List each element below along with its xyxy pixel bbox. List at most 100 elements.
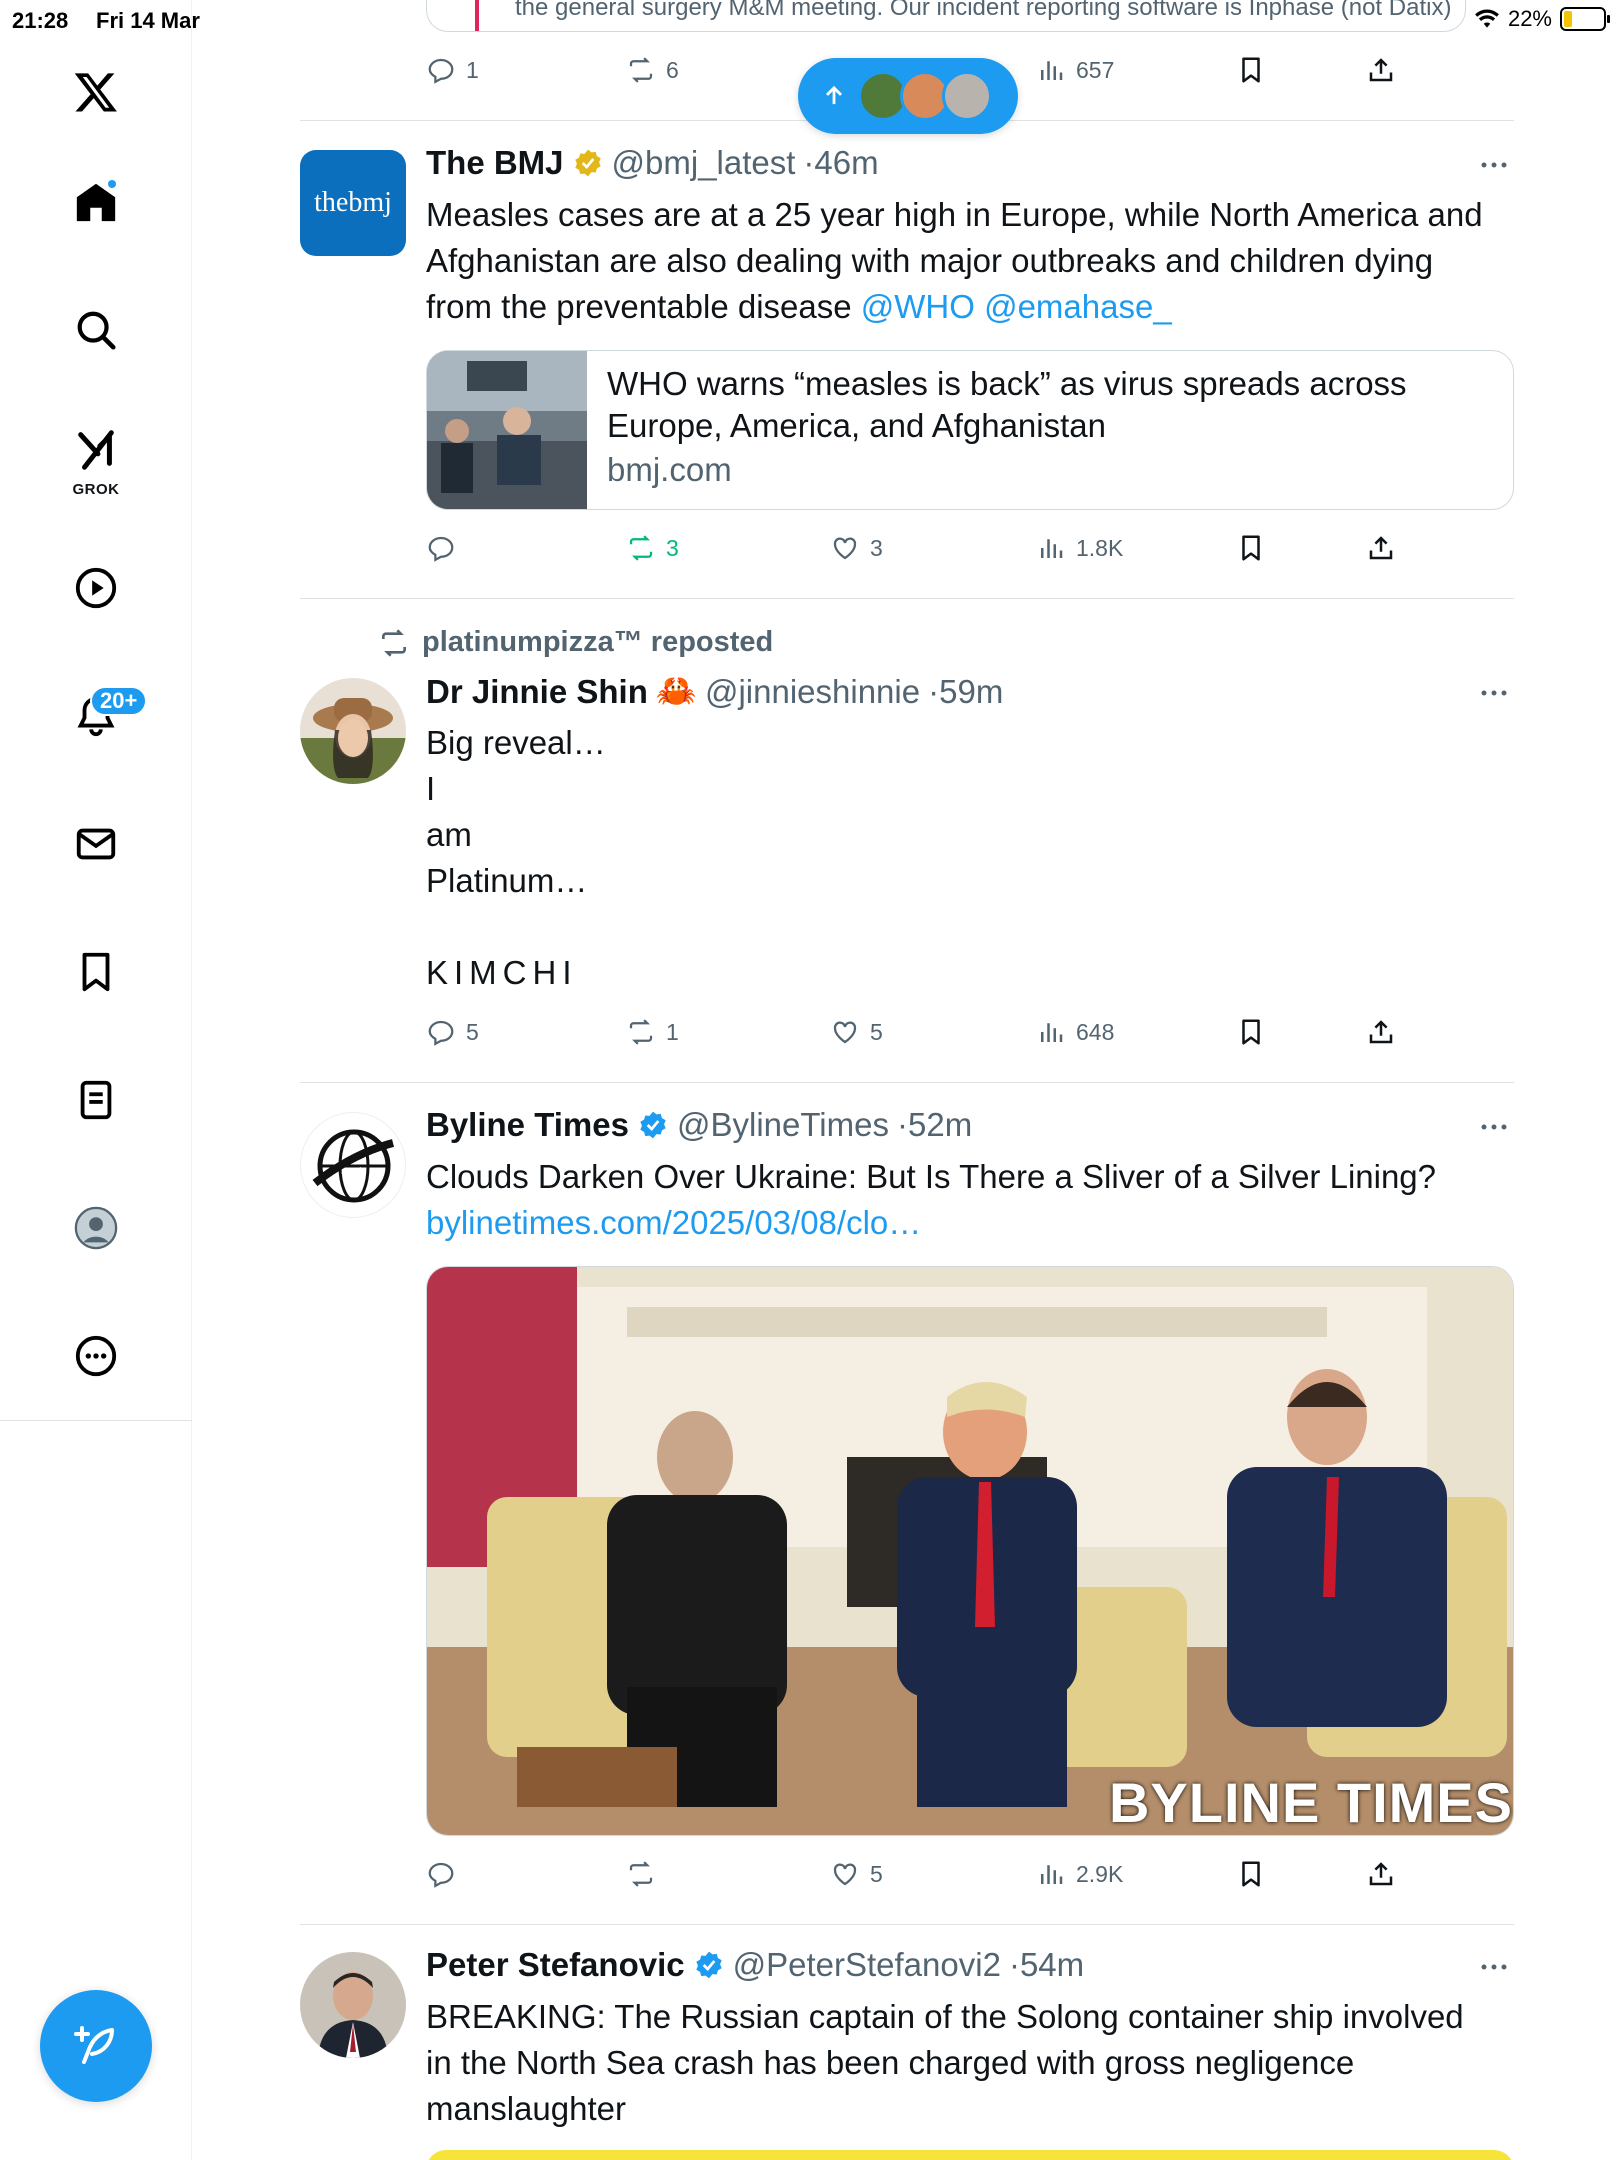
nav-notifications[interactable]: 20+: [60, 680, 148, 752]
mention-link[interactable]: @WHO @emahase_: [861, 288, 1172, 325]
timestamp[interactable]: 59m: [939, 673, 1003, 711]
avatar[interactable]: thebmj: [300, 150, 406, 256]
reply-button[interactable]: [426, 528, 466, 568]
nav-home[interactable]: [60, 166, 132, 238]
like-count: 3: [870, 534, 883, 561]
new-posts-pill[interactable]: [798, 58, 1018, 134]
views-button[interactable]: 2.9K: [1036, 1854, 1123, 1894]
more-options-button[interactable]: [1474, 150, 1514, 180]
nav-video[interactable]: [60, 552, 132, 624]
tweet-separator: [300, 1082, 1514, 1083]
reply-icon: [428, 58, 454, 84]
compose-button[interactable]: [40, 1990, 152, 2102]
bookmark-icon: [82, 952, 110, 992]
repost-button[interactable]: 1: [626, 1012, 679, 1052]
tweet-text-line: Afghanistan are also dealing with major …: [426, 242, 1434, 279]
heart-icon: [833, 1021, 857, 1044]
grok-icon: [78, 430, 114, 470]
more-options-button[interactable]: [1474, 678, 1514, 708]
avatar[interactable]: [300, 1952, 406, 2058]
repost-context[interactable]: platinumpizza™ reposted: [378, 626, 773, 659]
display-name[interactable]: The BMJ: [426, 144, 564, 182]
timestamp[interactable]: 52m: [908, 1106, 972, 1144]
display-name[interactable]: Byline Times: [426, 1106, 629, 1144]
profile-icon: [74, 1206, 118, 1250]
handle[interactable]: @jinnieshinnie: [705, 673, 920, 711]
share-icon: [1369, 1020, 1393, 1044]
tweet-actions: 5 2.9K: [426, 1854, 1426, 1894]
reply-icon: [428, 1862, 454, 1888]
views-count: 657: [1076, 56, 1115, 83]
tweet-media-image[interactable]: BYLINE TIMES: [426, 1266, 1514, 1836]
like-button[interactable]: 5: [830, 1012, 883, 1052]
repost-button[interactable]: 3: [626, 528, 679, 568]
like-button[interactable]: 3: [830, 528, 883, 568]
repost-button[interactable]: [626, 1854, 666, 1894]
timestamp[interactable]: 46m: [814, 144, 878, 182]
more-options-button[interactable]: [1474, 1952, 1514, 1982]
share-icon: [1369, 536, 1393, 560]
timeline: the general surgery M&M meeting. Our inc…: [300, 0, 1514, 2160]
display-name[interactable]: Dr Jinnie Shin: [426, 673, 648, 711]
timestamp[interactable]: 54m: [1020, 1946, 1084, 1984]
nav-more[interactable]: [60, 1320, 132, 1392]
reply-button[interactable]: [426, 1854, 466, 1894]
repost-button[interactable]: 6: [626, 50, 679, 90]
nav-search[interactable]: [60, 294, 132, 366]
nav-lists[interactable]: [60, 1064, 132, 1136]
media-watermark: BYLINE TIMES: [1108, 1771, 1513, 1834]
notifications-badge: 20+: [90, 686, 148, 716]
handle[interactable]: @BylineTimes: [677, 1106, 889, 1144]
heart-icon: [833, 1863, 857, 1886]
views-button[interactable]: 657: [1036, 50, 1114, 90]
battery-percent: 22%: [1507, 6, 1552, 31]
dot-separator: ·: [1008, 1946, 1020, 1983]
views-icon: [1041, 539, 1063, 558]
views-button[interactable]: 1.8K: [1036, 528, 1123, 568]
photo-oval-office: [427, 1267, 1513, 1835]
nav-profile[interactable]: [60, 1192, 132, 1264]
quoted-tweet-fragment[interactable]: the general surgery M&M meeting. Our inc…: [426, 0, 1466, 32]
repost-icon: [629, 535, 653, 561]
more-circle-icon: [75, 1335, 117, 1377]
handle[interactable]: @PeterStefanovi2: [733, 1946, 1001, 1984]
like-button[interactable]: 5: [830, 1854, 883, 1894]
heart-icon: [833, 537, 857, 560]
x-logo-icon[interactable]: [60, 56, 132, 128]
views-button[interactable]: 648: [1036, 1012, 1114, 1052]
avatar[interactable]: [300, 678, 406, 784]
repost-icon: [629, 1861, 653, 1887]
tweet-text: BREAKING: The Russian captain of the Sol…: [426, 1994, 1514, 2132]
handle[interactable]: @bmj_latest: [612, 144, 796, 182]
bookmark-button[interactable]: [1236, 1012, 1266, 1052]
share-button[interactable]: [1366, 50, 1396, 90]
reply-count: 5: [466, 1018, 479, 1045]
bookmark-button[interactable]: [1236, 528, 1266, 568]
bookmark-button[interactable]: [1236, 1854, 1266, 1894]
views-count: 1.8K: [1076, 534, 1124, 561]
reply-button[interactable]: 1: [426, 50, 479, 90]
share-button[interactable]: [1366, 1854, 1396, 1894]
avatar-photo: [300, 1952, 406, 2058]
article-link[interactable]: bylinetimes.com/2025/03/08/clo…: [426, 1200, 1514, 1246]
display-name[interactable]: Peter Stefanovic: [426, 1946, 685, 1984]
tweet-header: The BMJ @bmj_latest · 46m: [426, 144, 879, 182]
sidebar: GROK 20+: [0, 0, 192, 2160]
avatar[interactable]: [300, 1112, 406, 1218]
bookmark-button[interactable]: [1236, 50, 1266, 90]
share-button[interactable]: [1366, 1012, 1396, 1052]
reply-button[interactable]: 5: [426, 1012, 479, 1052]
tweet-text-line: Big reveal…: [426, 724, 606, 761]
tweet-text: Clouds Darken Over Ukraine: But Is There…: [426, 1154, 1514, 1246]
link-card[interactable]: WHO warns “measles is back” as virus spr…: [426, 350, 1514, 510]
avatar-photo: [300, 678, 406, 784]
media-preview-edge[interactable]: [426, 2150, 1514, 2160]
nav-bookmarks[interactable]: [60, 936, 132, 1008]
tweet-text-line: I: [426, 770, 436, 807]
nav-messages[interactable]: [60, 808, 132, 880]
tweet-separator: [300, 1924, 1514, 1925]
share-button[interactable]: [1366, 528, 1396, 568]
nav-grok[interactable]: GROK: [60, 418, 132, 500]
more-options-button[interactable]: [1474, 1112, 1514, 1142]
arrow-up-icon: [826, 85, 842, 105]
